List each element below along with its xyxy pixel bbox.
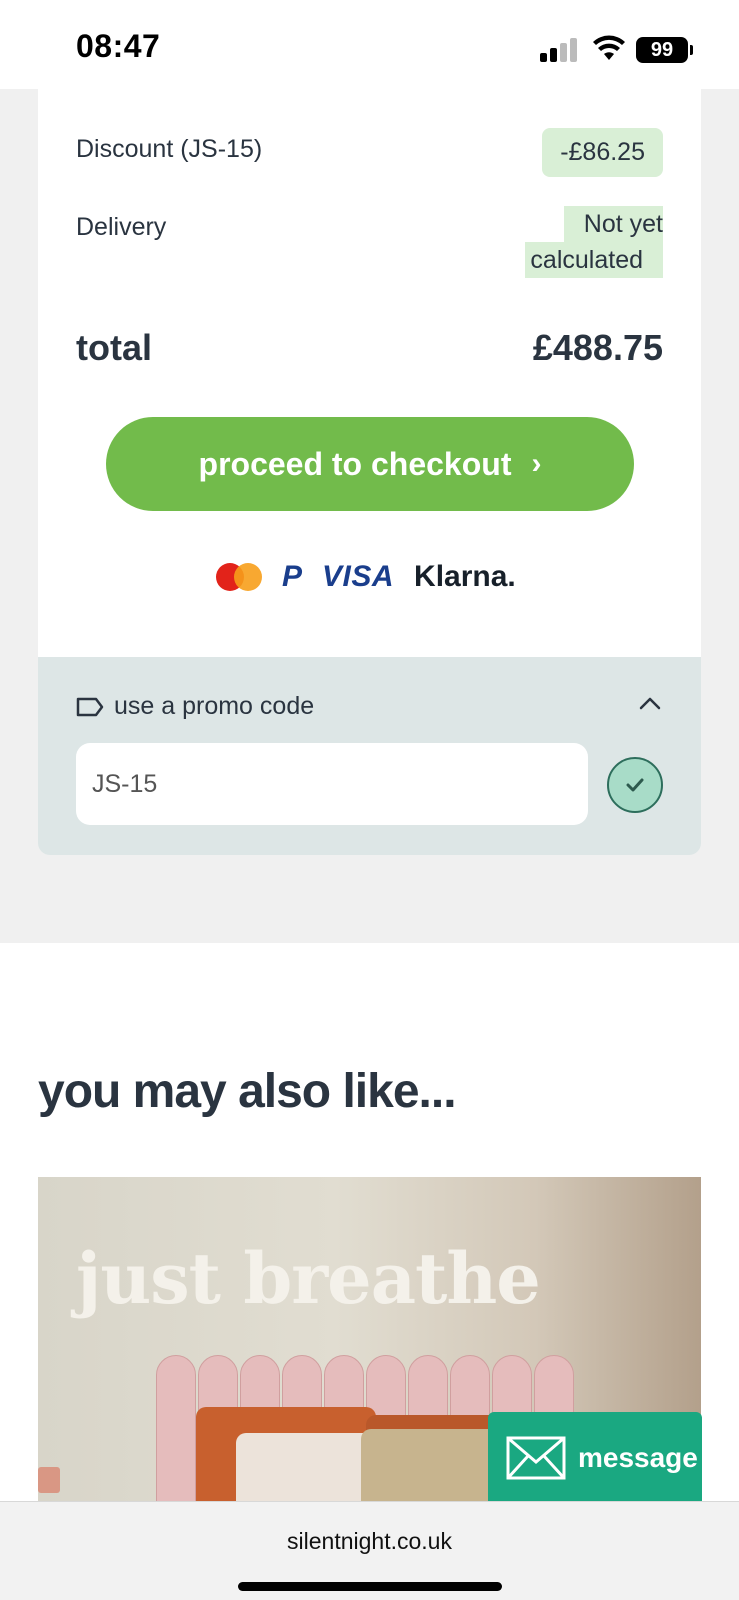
total-label: total	[76, 327, 152, 368]
discount-value: -£86.25	[542, 128, 663, 177]
chevron-right-icon: ›	[531, 447, 542, 480]
total-value: £488.75	[532, 327, 663, 368]
tag-icon	[76, 697, 104, 717]
delivery-value-line2: calculated	[525, 242, 663, 278]
recommendations-title: you may also like...	[38, 1065, 457, 1118]
banner-headline: just breathe	[76, 1237, 541, 1320]
promo-code-input[interactable]	[76, 743, 588, 825]
envelope-icon	[506, 1436, 566, 1480]
klarna-icon: Klarna.	[414, 560, 516, 593]
delivery-value: Not yet calculated	[525, 206, 663, 278]
message-label: message	[578, 1442, 698, 1473]
mug-image	[38, 1467, 60, 1493]
chevron-up-icon[interactable]	[637, 691, 663, 717]
url-text[interactable]: silentnight.co.uk	[0, 1528, 739, 1555]
order-summary: Discount (JS-15) -£86.25 Delivery Not ye…	[38, 89, 701, 657]
browser-url-bar[interactable]: silentnight.co.uk	[0, 1501, 739, 1600]
delivery-value-line1: Not yet	[563, 206, 663, 242]
home-indicator	[238, 1582, 502, 1591]
paypal-icon: P	[282, 560, 303, 593]
discount-label: Discount (JS-15)	[76, 135, 263, 163]
promo-code-toggle[interactable]: use a promo code	[114, 692, 314, 721]
delivery-label: Delivery	[76, 213, 167, 241]
payment-methods: P VISA Klarna.	[216, 560, 516, 593]
battery-icon: 99	[636, 37, 693, 63]
status-time: 08:47	[76, 28, 161, 64]
status-bar: 08:47 99	[0, 0, 739, 89]
message-chat-button[interactable]: message	[488, 1412, 702, 1504]
cellular-signal-icon	[540, 38, 578, 62]
proceed-to-checkout-button[interactable]: proceed to checkout ›	[106, 417, 634, 511]
checkout-button-label: proceed to checkout	[198, 445, 512, 482]
mastercard-icon	[216, 563, 262, 591]
wifi-icon	[593, 35, 625, 60]
check-icon	[626, 778, 644, 792]
apply-promo-button[interactable]	[607, 757, 663, 813]
promo-code-section: use a promo code	[38, 657, 701, 855]
visa-icon: VISA	[322, 560, 395, 593]
